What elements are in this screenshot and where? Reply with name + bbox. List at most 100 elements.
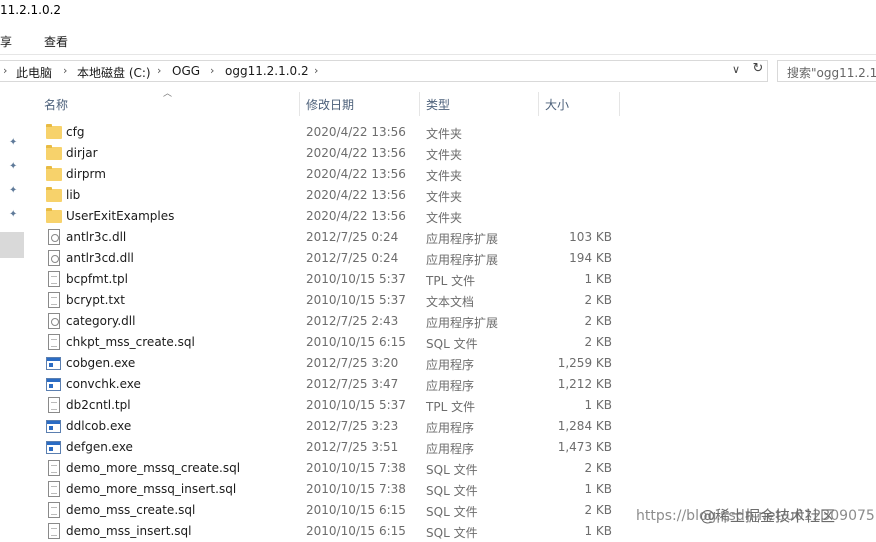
file-size: 2 KB (584, 293, 612, 307)
column-name[interactable]: 名称 (44, 96, 68, 113)
file-size: 1,259 KB (557, 356, 612, 370)
chevron-right-icon[interactable]: › (63, 64, 67, 77)
file-row[interactable]: cfg 2020/4/22 13:56 文件夹 (36, 122, 636, 143)
pin-icon[interactable]: ✦ (9, 138, 19, 148)
dll-icon (48, 313, 60, 329)
file-row[interactable]: db2cntl.tpl 2010/10/15 5:37 TPL 文件 1 KB (36, 395, 636, 416)
breadcrumb-drive-c[interactable]: 本地磁盘 (C:) (77, 64, 151, 81)
file-name: dirprm (66, 167, 106, 181)
pin-icon[interactable]: ✦ (9, 162, 19, 172)
file-row[interactable]: demo_mss_create.sql 2010/10/15 6:15 SQL 文件… (36, 500, 636, 521)
search-input[interactable]: 搜索"ogg11.2.1. (777, 60, 876, 82)
file-name: antlr3c.dll (66, 230, 127, 244)
ribbon: 享 查看 (0, 24, 876, 55)
sort-ascending-icon: ︿ (163, 89, 173, 99)
address-bar[interactable]: › 此电脑 › 本地磁盘 (C:) › OGG › ogg11.2.1.0.2 … (0, 60, 768, 82)
file-type: 应用程序 (426, 442, 475, 456)
file-name: db2cntl.tpl (66, 398, 131, 412)
file-size: 2 KB (584, 503, 612, 517)
column-divider[interactable] (299, 92, 300, 116)
breadcrumb-ogg[interactable]: OGG (172, 64, 200, 78)
file-name: bcpfmt.tpl (66, 272, 128, 286)
chevron-down-icon[interactable]: ∨ (732, 63, 740, 76)
breadcrumb-ogg-version[interactable]: ogg11.2.1.0.2 (225, 64, 309, 78)
file-row[interactable]: cobgen.exe 2012/7/25 3:20 应用程序 1,259 KB (36, 353, 636, 374)
file-row[interactable]: dirprm 2020/4/22 13:56 文件夹 (36, 164, 636, 185)
file-type: SQL 文件 (426, 484, 478, 498)
tab-share[interactable]: 享 (0, 33, 12, 50)
file-name: chkpt_mss_create.sql (66, 335, 195, 349)
column-date[interactable]: 修改日期 (306, 96, 354, 113)
exe-icon (46, 420, 61, 433)
column-header: ︿ 名称 修改日期 类型 大小 (36, 86, 636, 118)
refresh-icon[interactable]: ↻ (748, 61, 768, 81)
file-row[interactable]: demo_mss_insert.sql 2010/10/15 6:15 SQL 文件… (36, 521, 636, 542)
file-date: 2012/7/25 0:24 (306, 251, 399, 265)
file-date: 2010/10/15 5:37 (306, 398, 406, 412)
doc-icon (48, 502, 60, 518)
file-row[interactable]: chkpt_mss_create.sql 2010/10/15 6:15 SQL 文… (36, 332, 636, 353)
file-name: demo_mss_create.sql (66, 503, 196, 517)
file-size: 103 KB (569, 230, 612, 244)
doc-icon (48, 481, 60, 497)
pin-icon[interactable]: ✦ (9, 186, 19, 196)
file-size: 1,284 KB (557, 419, 612, 433)
column-divider[interactable] (538, 92, 539, 116)
file-list: cfg 2020/4/22 13:56 文件夹 dirjar 2020/4/22 13:… (36, 122, 636, 542)
file-type: 应用程序扩展 (426, 316, 499, 330)
file-date: 2020/4/22 13:56 (306, 188, 406, 202)
file-row[interactable]: antlr3c.dll 2012/7/25 0:24 应用程序扩展 103 KB (36, 227, 636, 248)
file-row[interactable]: lib 2020/4/22 13:56 文件夹 (36, 185, 636, 206)
navigation-pane: ✦ ✦ ✦ ✦ (0, 86, 24, 540)
file-row[interactable]: convchk.exe 2012/7/25 3:47 应用程序 1,212 KB (36, 374, 636, 395)
chevron-right-icon[interactable]: › (157, 64, 161, 77)
file-name: category.dll (66, 314, 136, 328)
address-row: › 此电脑 › 本地磁盘 (C:) › OGG › ogg11.2.1.0.2 … (0, 57, 876, 85)
nav-selected-item[interactable] (0, 232, 24, 258)
file-size: 194 KB (569, 251, 612, 265)
file-size: 2 KB (584, 335, 612, 349)
dll-icon (48, 229, 60, 245)
file-type: 文件夹 (426, 190, 463, 204)
column-size[interactable]: 大小 (545, 96, 569, 113)
file-name: demo_more_mssq_create.sql (66, 461, 241, 475)
doc-icon (48, 460, 60, 476)
file-date: 2020/4/22 13:56 (306, 209, 406, 223)
file-row[interactable]: ddlcob.exe 2012/7/25 3:23 应用程序 1,284 KB (36, 416, 636, 437)
file-name: cfg (66, 125, 85, 139)
file-row[interactable]: dirjar 2020/4/22 13:56 文件夹 (36, 143, 636, 164)
file-row[interactable]: category.dll 2012/7/25 2:43 应用程序扩展 2 KB (36, 311, 636, 332)
file-name: demo_mss_insert.sql (66, 524, 192, 538)
file-name: bcrypt.txt (66, 293, 125, 307)
file-date: 2012/7/25 0:24 (306, 230, 399, 244)
file-row[interactable]: demo_more_mssq_create.sql 2010/10/15 7:38… (36, 458, 636, 479)
watermark-brand: @稀土掘金技术社区 (700, 507, 836, 525)
file-name: antlr3cd.dll (66, 251, 134, 265)
breadcrumb-this-pc[interactable]: 此电脑 (16, 64, 52, 81)
column-divider[interactable] (619, 92, 620, 116)
file-row[interactable]: demo_more_mssq_insert.sql 2010/10/15 7:38… (36, 479, 636, 500)
exe-icon (46, 441, 61, 454)
pin-icon[interactable]: ✦ (9, 210, 19, 220)
column-divider[interactable] (419, 92, 420, 116)
file-row[interactable]: UserExitExamples 2020/4/22 13:56 文件夹 (36, 206, 636, 227)
file-date: 2020/4/22 13:56 (306, 167, 406, 181)
file-row[interactable]: antlr3cd.dll 2012/7/25 0:24 应用程序扩展 194 KB (36, 248, 636, 269)
column-type[interactable]: 类型 (426, 96, 450, 113)
file-size: 1 KB (584, 272, 612, 286)
chevron-right-icon[interactable]: › (3, 64, 7, 77)
file-type: 应用程序 (426, 358, 475, 372)
file-type: 应用程序扩展 (426, 253, 499, 267)
file-row[interactable]: defgen.exe 2012/7/25 3:51 应用程序 1,473 KB (36, 437, 636, 458)
tab-view[interactable]: 查看 (44, 33, 68, 50)
file-name: UserExitExamples (66, 209, 175, 223)
exe-icon (46, 357, 61, 370)
chevron-right-icon[interactable]: › (314, 64, 318, 77)
doc-icon (48, 523, 60, 539)
file-size: 2 KB (584, 461, 612, 475)
file-date: 2010/10/15 5:37 (306, 293, 406, 307)
chevron-right-icon[interactable]: › (210, 64, 214, 77)
file-row[interactable]: bcrypt.txt 2010/10/15 5:37 文本文档 2 KB (36, 290, 636, 311)
file-row[interactable]: bcpfmt.tpl 2010/10/15 5:37 TPL 文件 1 KB (36, 269, 636, 290)
file-type: 文本文档 (426, 295, 475, 309)
